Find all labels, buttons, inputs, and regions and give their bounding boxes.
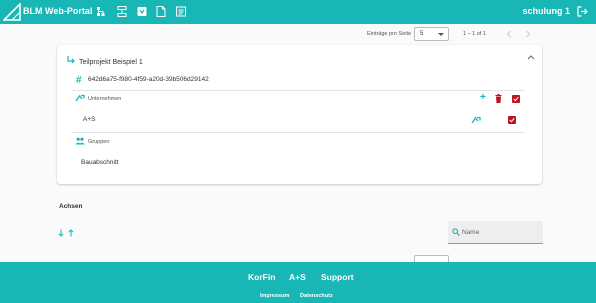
items-per-page-select[interactable]: 5 [414, 27, 449, 41]
blm-logo-icon[interactable] [3, 3, 21, 21]
box-icon[interactable] [137, 6, 147, 17]
subproject-guid: 642d6a75-f980-4f59-a20d-39b506d29142 [88, 76, 209, 83]
top-bar: BLM Web-Portal schulung 1 [0, 0, 596, 24]
page-range-label: 1 – 1 of 1 [463, 31, 486, 37]
items-per-page-label: Einträge pro Seite [367, 31, 412, 37]
delete-icon[interactable] [495, 94, 502, 103]
card-title: Teilprojekt Beispiel 1 [79, 59, 143, 66]
company-row-name: A+S [83, 116, 96, 123]
footer-link-datenschutz[interactable]: Datenschutz [300, 293, 333, 299]
footer-link-korfin[interactable]: KorFin [248, 272, 275, 282]
user-name[interactable]: schulung 1 [522, 6, 570, 16]
group-row-name: Bauabschnitt [81, 159, 119, 166]
search-input[interactable] [462, 226, 538, 238]
subdirectory-arrow-icon [67, 56, 75, 64]
company-icon[interactable] [471, 116, 481, 124]
chevron-left-icon[interactable] [506, 30, 512, 38]
chevron-right-icon[interactable] [525, 30, 531, 38]
axes-search-field[interactable] [448, 221, 543, 244]
footer: KorFin A+S Support Impressum Datenschutz [0, 262, 596, 303]
axes-section-title: Achsen [59, 203, 83, 210]
arrow-down-icon[interactable] [58, 229, 64, 237]
chevron-down-icon [438, 33, 444, 36]
divider [71, 90, 525, 91]
footer-link-support[interactable]: Support [321, 272, 354, 282]
app-title[interactable]: BLM Web-Portal [23, 6, 92, 16]
company-icon [75, 94, 85, 102]
hierarchy-icon[interactable] [96, 6, 106, 17]
search-icon [452, 228, 460, 236]
select-all-checkbox[interactable] [512, 95, 520, 103]
subproject-card: Teilprojekt Beispiel 1 # 642d6a75-f980-4… [57, 45, 542, 184]
groups-label: Gruppen [88, 139, 110, 145]
logout-icon[interactable] [577, 6, 588, 17]
document-icon[interactable] [156, 6, 166, 17]
group-icon [75, 137, 85, 145]
footer-link-impressum[interactable]: Impressum [260, 293, 289, 299]
footer-link-as[interactable]: A+S [289, 272, 306, 282]
add-icon[interactable]: + [480, 93, 486, 103]
list-icon[interactable] [176, 6, 186, 17]
divider [71, 132, 525, 133]
structure-icon[interactable] [117, 6, 127, 17]
company-row-checkbox[interactable] [508, 116, 516, 124]
chevron-up-icon[interactable] [527, 54, 535, 60]
arrow-up-icon[interactable] [68, 229, 74, 237]
items-per-page-value: 5 [420, 31, 424, 37]
id-icon: # [76, 75, 82, 86]
companies-label: Unternehmen [88, 96, 122, 102]
